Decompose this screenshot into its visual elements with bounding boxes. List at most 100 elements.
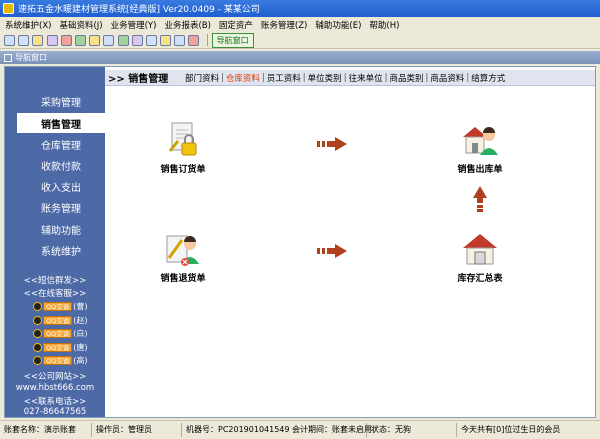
sales-return-node[interactable]: 销售退货单	[143, 230, 223, 284]
toolbar-separator	[206, 34, 208, 46]
inventory-summary-node[interactable]: 库存汇总表	[440, 230, 520, 284]
arrow-up-icon	[473, 186, 487, 212]
sidebar-item-accounting[interactable]: 账务管理	[17, 197, 105, 217]
sales-outbound-label: 销售出库单	[457, 165, 503, 175]
qq-contact[interactable]: QQ交谈 (高)	[33, 355, 87, 366]
menu-business[interactable]: 业务管理(Y)	[108, 19, 162, 31]
warehouse-house-icon	[461, 230, 499, 268]
settings-icon[interactable]	[131, 34, 143, 46]
tab-employees[interactable]: 员工资料	[267, 72, 301, 84]
arrow-right-icon	[317, 137, 347, 151]
menu-fixed-assets[interactable]: 固定资产	[216, 19, 258, 31]
menu-reports[interactable]: 业务报表(B)	[161, 19, 215, 31]
qq-contact-name: (赵)	[73, 316, 88, 325]
qq-icon	[33, 316, 42, 325]
status-bar: 账套名称：演示账套 操作员：管理员 机器号：PC201901041549 会计期…	[0, 420, 600, 439]
exit-icon[interactable]	[188, 34, 200, 46]
save-icon[interactable]	[145, 34, 157, 46]
sidebar: 采购管理 销售管理 仓库管理 收款付款 收入支出 账务管理 辅助功能 系统维护 …	[5, 67, 105, 417]
sales-order-label: 销售订货单	[160, 165, 206, 175]
qq-contact[interactable]: QQ交谈 (曹)	[33, 301, 87, 312]
arrow-right-icon	[317, 244, 347, 258]
status-state: 状态：无狗	[367, 423, 457, 437]
qq-chat-button[interactable]: QQ交谈	[43, 356, 73, 365]
app-icon	[3, 3, 14, 14]
qq-chat-button[interactable]: QQ交谈	[43, 302, 73, 311]
qq-contact-name: (高)	[73, 356, 88, 365]
title-bar: 速拓五金水暖建材管理系统[经典版] Ver20.0409 - 某某公司	[0, 0, 600, 17]
sms-link[interactable]: <<短信群发>>	[5, 274, 105, 286]
qq-icon	[33, 302, 42, 311]
company-website-title: <<公司网站>>	[23, 372, 87, 382]
tab-warehouses[interactable]: 仓库资料	[226, 72, 260, 84]
sidebar-item-system[interactable]: 系统维护	[17, 240, 105, 260]
sidebar-item-payments[interactable]: 收款付款	[17, 155, 105, 175]
order-document-icon	[164, 121, 202, 159]
qq-contact-name: (曹)	[73, 302, 88, 311]
quick-tabs: 部门资料 | 仓库资料 | 员工资料 | 单位类别 | 往来单位 | 商品类别 …	[185, 72, 506, 84]
online-service-link[interactable]: <<在线客服>>	[5, 287, 105, 299]
tab-unit-categories[interactable]: 单位类别	[308, 72, 342, 84]
qq-chat-button[interactable]: QQ交谈	[43, 329, 73, 338]
workflow-area: 销售订货单 销售出库单 销售退货单 库存汇总表	[105, 87, 595, 417]
tab-settlement[interactable]: 结算方式	[471, 72, 505, 84]
toolbar: 导航窗口	[0, 32, 600, 49]
box-icon[interactable]	[89, 34, 101, 46]
sidebar-item-income-expense[interactable]: 收入支出	[17, 176, 105, 196]
sidebar-item-purchase[interactable]: 采购管理	[17, 91, 105, 111]
nav-window-button[interactable]: 导航窗口	[211, 32, 254, 48]
contact-phone: 027-86647565	[23, 407, 87, 417]
tab-partners[interactable]: 往来单位	[349, 72, 383, 84]
menu-aux[interactable]: 辅助功能(E)	[312, 19, 366, 31]
menu-system[interactable]: 系统维护(X)	[2, 19, 56, 31]
qq-icon	[33, 329, 42, 338]
nav-window-title: 导航窗口	[15, 53, 47, 62]
qq-contact[interactable]: QQ交谈 (唐)	[33, 342, 87, 353]
tab-product-categories[interactable]: 商品类别	[389, 72, 423, 84]
menu-bar: 系统维护(X) 基础资料(J) 业务管理(Y) 业务报表(B) 固定资产 账务管…	[0, 17, 600, 32]
shop-icon[interactable]	[74, 34, 86, 46]
return-person-icon	[164, 230, 202, 268]
sales-order-node[interactable]: 销售订货单	[143, 121, 223, 175]
window-title: 速拓五金水暖建材管理系统[经典版] Ver20.0409 - 某某公司	[18, 5, 260, 15]
sales-outbound-node[interactable]: 销售出库单	[440, 121, 520, 175]
status-machine: 机器号：PC201901041549 会计期间：账套未启用	[182, 423, 372, 437]
chart-icon[interactable]	[60, 34, 72, 46]
qq-chat-button[interactable]: QQ交谈	[43, 316, 73, 325]
sidebar-item-warehouse[interactable]: 仓库管理	[17, 134, 105, 154]
store-person-icon	[461, 121, 499, 159]
status-operator: 操作员：管理员	[92, 423, 182, 437]
contact-phone-title: <<联系电话>>	[23, 397, 87, 407]
sidebar-item-aux[interactable]: 辅助功能	[17, 219, 105, 239]
qq-chat-button[interactable]: QQ交谈	[43, 343, 73, 352]
qq-icon	[33, 343, 42, 352]
folder-icon[interactable]	[103, 34, 115, 46]
section-title: >> 销售管理	[108, 74, 169, 85]
company-website-link[interactable]: www.hbst666.com	[5, 383, 105, 393]
refresh-icon[interactable]	[117, 34, 129, 46]
window-icon	[4, 53, 12, 62]
form-icon[interactable]	[46, 34, 58, 46]
qq-contact-name: (唐)	[73, 343, 88, 352]
content-header: >> 销售管理 部门资料 | 仓库资料 | 员工资料 | 单位类别 | 往来单位…	[105, 70, 595, 86]
print-icon[interactable]	[160, 34, 172, 46]
inventory-summary-label: 库存汇总表	[457, 274, 503, 284]
document-icon[interactable]	[32, 34, 44, 46]
grid-icon[interactable]	[4, 34, 15, 46]
menu-accounting[interactable]: 账务管理(Z)	[258, 19, 312, 31]
tab-products[interactable]: 商品资料	[430, 72, 464, 84]
nav-window-header: 导航窗口	[0, 51, 600, 64]
sales-return-label: 销售退货单	[160, 274, 206, 284]
qq-contact[interactable]: QQ交谈 (赵)	[33, 315, 87, 326]
qq-icon	[33, 356, 42, 365]
sidebar-item-sales[interactable]: 销售管理	[17, 113, 105, 133]
menu-help[interactable]: 帮助(H)	[366, 19, 404, 31]
list-icon[interactable]	[18, 34, 30, 46]
qq-contact[interactable]: QQ交谈 (白)	[33, 328, 87, 339]
main-frame: 采购管理 销售管理 仓库管理 收款付款 收入支出 账务管理 辅助功能 系统维护 …	[4, 66, 596, 418]
status-account-set: 账套名称：演示账套	[0, 423, 92, 437]
help-icon[interactable]	[174, 34, 186, 46]
tab-departments[interactable]: 部门资料	[185, 72, 219, 84]
qq-contact-name: (白)	[73, 329, 88, 338]
menu-basic-data[interactable]: 基础资料(J)	[56, 19, 107, 31]
